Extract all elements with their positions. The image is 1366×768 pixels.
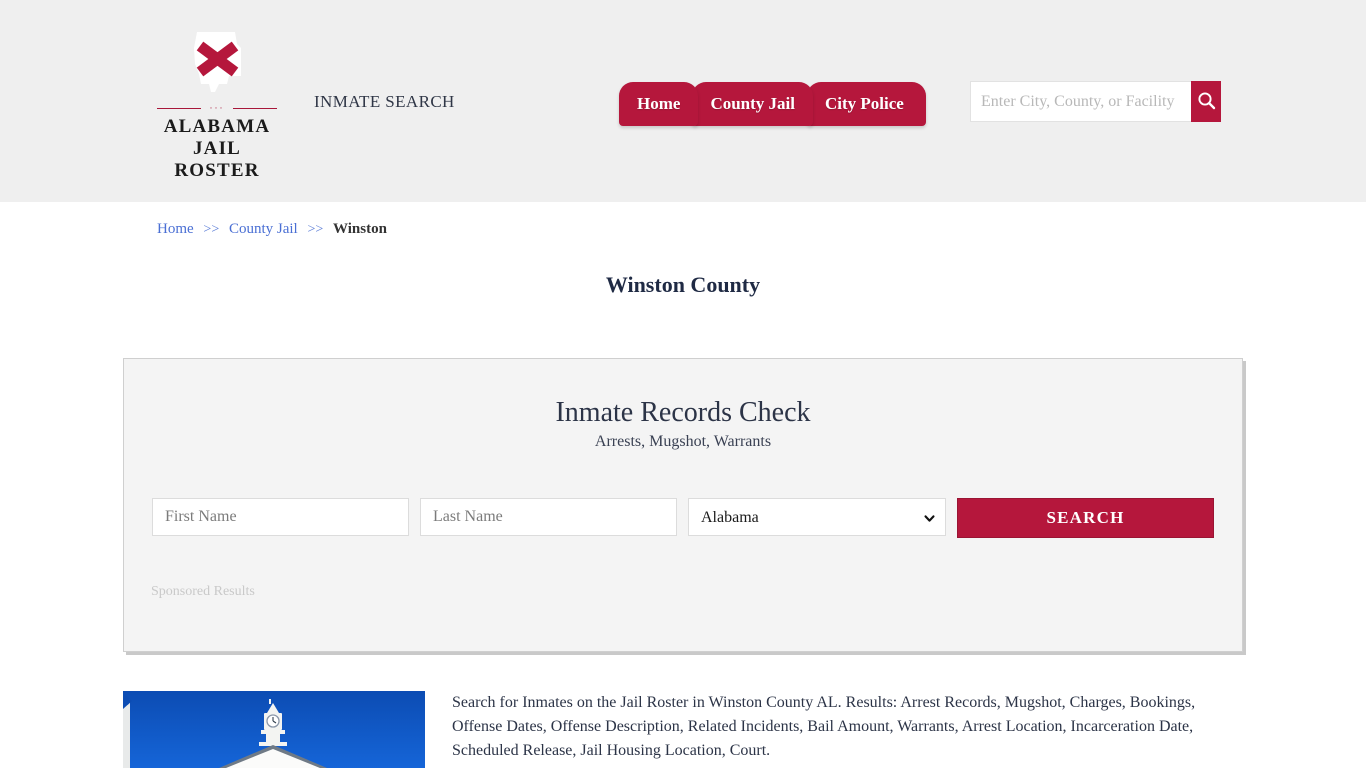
page-title: Winston County <box>605 272 761 297</box>
logo-dots: ··· <box>209 103 225 113</box>
nav-item-county-jail[interactable]: County Jail <box>692 82 813 126</box>
breadcrumb-item-county-jail[interactable]: County Jail <box>229 221 298 237</box>
sponsored-results-label: Sponsored Results <box>151 584 255 599</box>
alabama-state-flag-icon <box>150 30 284 102</box>
nav-item-county-jail-label: County Jail <box>710 94 795 113</box>
logo-text-line1: ALABAMA <box>163 116 271 137</box>
header-search-button[interactable] <box>1191 81 1221 122</box>
last-name-input[interactable] <box>420 498 677 536</box>
courthouse-image <box>123 691 425 768</box>
nav-item-home-label: Home <box>637 94 681 113</box>
nav-item-city-police-label: City Police <box>824 94 904 113</box>
card-subheading: Arrests, Mugshot, Warrants <box>594 433 772 450</box>
nav-item-city-police[interactable]: City Police <box>806 82 926 126</box>
nav-item-home[interactable]: Home <box>619 82 699 126</box>
header-search <box>970 81 1221 122</box>
state-select-wrapper: Alabama <box>688 498 946 536</box>
breadcrumb-separator: >> <box>307 222 324 237</box>
inmate-records-check-card: Inmate Records Check Arrests, Mugshot, W… <box>123 358 1243 652</box>
county-info-section: Search for Inmates on the Jail Roster in… <box>123 691 1243 768</box>
inmate-search-form: Alabama SEARCH <box>152 498 1216 538</box>
search-icon <box>1197 91 1216 113</box>
site-tagline: INMATE SEARCH <box>314 92 455 111</box>
state-select[interactable]: Alabama <box>688 498 946 536</box>
card-heading: Inmate Records Check <box>555 397 811 428</box>
county-description: Search for Inmates on the Jail Roster in… <box>452 694 1196 759</box>
first-name-input[interactable] <box>152 498 409 536</box>
breadcrumb-item-home[interactable]: Home <box>157 221 194 237</box>
header-search-input[interactable] <box>970 81 1191 122</box>
logo-text-line2: JAIL ROSTER <box>174 138 260 181</box>
breadcrumb-item-current: Winston <box>333 221 387 237</box>
main-navigation: Home County Jail City Police <box>619 76 926 126</box>
breadcrumb: Home >> County Jail >> Winston <box>157 221 387 238</box>
site-logo[interactable]: ··· ALABAMA JAIL ROSTER <box>150 30 284 182</box>
search-button[interactable]: SEARCH <box>957 498 1214 538</box>
site-header: ··· ALABAMA JAIL ROSTER INMATE SEARCH Ho… <box>0 0 1366 202</box>
breadcrumb-separator: >> <box>203 222 220 237</box>
logo-divider: ··· <box>157 103 277 114</box>
